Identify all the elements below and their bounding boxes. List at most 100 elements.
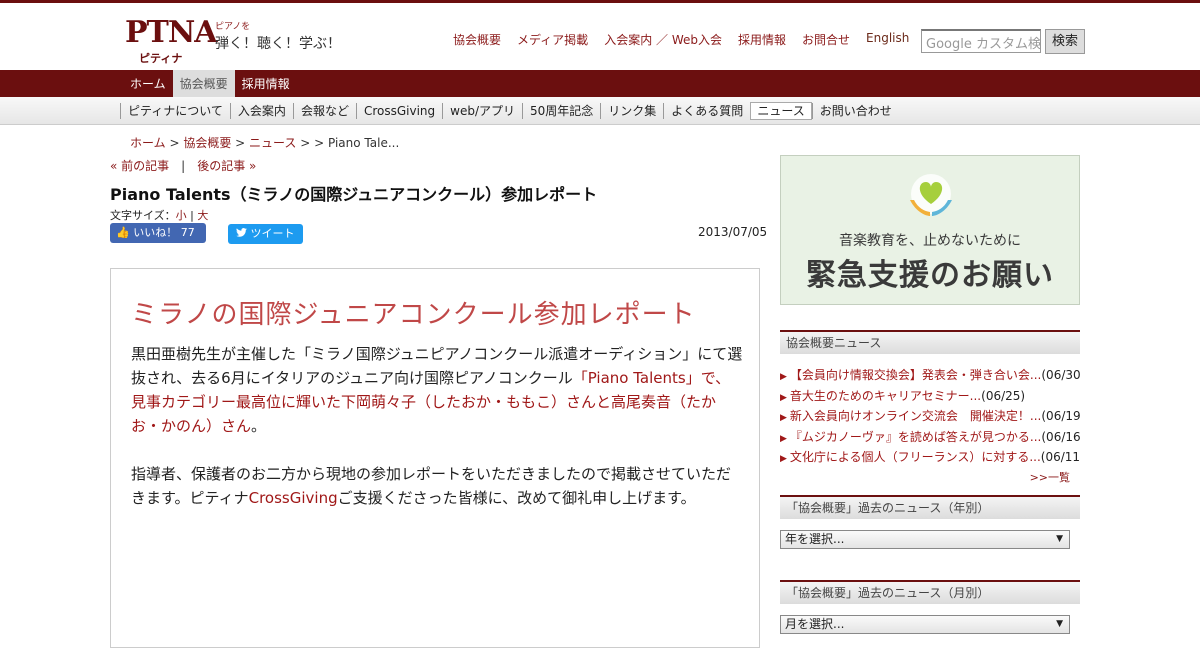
breadcrumb-sep: > <box>231 136 250 150</box>
tagline: ピアノを 弾く！聴く！学ぶ！ <box>215 19 341 53</box>
topnav-english[interactable]: English <box>866 31 909 48</box>
next-article-link[interactable]: 後の記事 » <box>197 159 256 173</box>
year-archive-heading: 「協会概要」過去のニュース（年別） <box>780 495 1080 519</box>
subnav-bulletin[interactable]: 会報など <box>292 102 356 119</box>
emergency-support-banner[interactable]: 音楽教育を、止めないために 緊急支援のお願い <box>780 155 1080 305</box>
month-archive-heading: 「協会概要」過去のニュース（月別） <box>780 580 1080 604</box>
banner-subtitle: 音楽教育を、止めないために <box>839 233 1021 249</box>
heart-hands-icon <box>896 168 966 232</box>
news-section-heading: 協会概要ニュース <box>780 330 1080 354</box>
year-select-value: 年を選択... <box>785 532 845 546</box>
news-title[interactable]: 【会員向け情報交換会】発表会・弾き合い会... <box>790 368 1041 382</box>
topnav-media[interactable]: メディア掲載 <box>517 31 588 48</box>
search-form: Google カスタム検索 検索 <box>921 29 1085 54</box>
news-title[interactable]: 音大生のためのキャリアセミナー... <box>790 389 981 403</box>
subnav-inquiry[interactable]: お問い合わせ <box>811 102 899 119</box>
breadcrumb-home[interactable]: ホーム <box>130 136 166 150</box>
breadcrumb-news[interactable]: ニュース <box>249 136 296 150</box>
news-list: ▶【会員向け情報交換会】発表会・弾き合い会...(06/30) ▶音大生のための… <box>780 365 1080 485</box>
topnav-recruit[interactable]: 採用情報 <box>738 31 786 48</box>
subnav-50th[interactable]: 50周年記念 <box>522 102 600 119</box>
like-count: 77 <box>180 226 195 239</box>
news-title[interactable]: 新入会員向けオンライン交流会 開催決定！... <box>790 409 1041 423</box>
subnav-links[interactable]: リンク集 <box>600 102 663 119</box>
article-heading: ミラノの国際ジュニアコンクール参加レポート <box>131 300 696 330</box>
breadcrumb-sep: > <box>165 136 184 150</box>
list-item[interactable]: ▶『ムジカノーヴァ』を読めば答えが見つかる...(06/16) <box>780 427 1080 448</box>
breadcrumb-about[interactable]: 協会概要 <box>183 136 231 150</box>
subnav-web-app[interactable]: web/アプリ <box>442 102 522 119</box>
pager-sep: | <box>181 159 186 173</box>
crossgiving-link[interactable]: CrossGiving <box>249 489 338 507</box>
article-body: ミラノの国際ジュニアコンクール参加レポート 黒田亜樹先生が主催した「ミラノ国際ジ… <box>110 268 760 648</box>
ptna-logo[interactable]: PTNA ピティナ <box>125 15 218 66</box>
news-date: (06/19) <box>1041 409 1080 423</box>
search-input[interactable]: Google カスタム検索 <box>921 29 1041 53</box>
tweet-button[interactable]: ツイート <box>228 224 303 244</box>
subnav-news[interactable]: ニュース <box>750 101 812 120</box>
site-header: PTNA ピティナ ピアノを 弾く！聴く！学ぶ！ 協会概要 メディア掲載 入会案… <box>0 3 1200 70</box>
logo-text: PTNA <box>125 15 218 50</box>
mainnav-home[interactable]: ホーム <box>123 70 173 97</box>
main-nav: ホーム 協会概要 採用情報 <box>0 70 1200 97</box>
news-more-link-wrap: >>一覧 <box>780 469 1080 485</box>
search-button[interactable]: 検索 <box>1045 29 1085 54</box>
twitter-bird-icon <box>236 227 251 240</box>
article-paragraph-1: 黒田亜樹先生が主催した「ミラノ国際ジュニピアノコンクール派遣オーディション」にて… <box>131 342 743 438</box>
font-size-control: 文字サイズ：小 | 大 <box>110 207 208 223</box>
year-select[interactable]: 年を選択... ▼ <box>780 530 1070 549</box>
caret-down-icon: ▼ <box>1056 534 1063 544</box>
topnav-contact[interactable]: お問合せ <box>802 31 850 48</box>
triangle-right-icon: ▶ <box>780 372 787 382</box>
topnav-about[interactable]: 協会概要 <box>453 31 501 48</box>
subnav-crossgiving[interactable]: CrossGiving <box>355 102 442 119</box>
subnav-about-ptna[interactable]: ピティナについて <box>120 102 230 119</box>
paragraph-text: 。 <box>251 417 267 435</box>
paragraph-text: ご支援くださった皆様に、改めて御礼申し上げます。 <box>337 489 696 507</box>
topnav-join[interactable]: 入会案内 ／ Web入会 <box>604 31 722 48</box>
like-label: いいね！ <box>133 226 178 239</box>
subnav-join[interactable]: 入会案内 <box>229 102 293 119</box>
news-date: (06/16) <box>1041 429 1080 444</box>
breadcrumb-current: > > Piano Tale... <box>296 136 400 150</box>
news-title[interactable]: 『ムジカノーヴァ』を読めば答えが見つかる... <box>790 430 1041 444</box>
triangle-right-icon: ▶ <box>780 433 787 444</box>
font-size-label: 文字サイズ： <box>110 209 176 222</box>
article-title: Piano Talents（ミラノの国際ジュニアコンクール）参加レポート <box>110 185 598 204</box>
triangle-right-icon: ▶ <box>780 392 787 403</box>
tweet-label: ツイート <box>250 227 295 240</box>
article-paragraph-2: 指導者、保護者のお二方から現地の参加レポートをいただきましたので掲載させていただ… <box>131 462 743 510</box>
news-more-link[interactable]: >>一覧 <box>1030 471 1070 484</box>
logo-sub: ピティナ <box>139 52 183 65</box>
tagline-small: ピアノを <box>215 22 251 32</box>
news-date: (06/30) <box>1041 368 1080 382</box>
font-size-large[interactable]: 大 <box>197 209 208 222</box>
font-size-sep: | <box>186 209 198 222</box>
month-select-value: 月を選択... <box>785 617 845 631</box>
prev-article-link[interactable]: « 前の記事 <box>110 159 169 173</box>
mainnav-about[interactable]: 協会概要 <box>172 70 235 97</box>
breadcrumb: ホーム > 協会概要 > ニュース > > Piano Tale... <box>130 134 399 151</box>
news-date: (06/25) <box>981 388 1026 403</box>
mainnav-recruit[interactable]: 採用情報 <box>235 70 297 97</box>
month-select[interactable]: 月を選択... ▼ <box>780 615 1070 634</box>
list-item[interactable]: ▶文化庁による個人（フリーランス）に対する...(06/11) <box>780 447 1080 468</box>
list-item[interactable]: ▶【会員向け情報交換会】発表会・弾き合い会...(06/30) <box>780 365 1080 386</box>
triangle-right-icon: ▶ <box>780 413 787 423</box>
list-item[interactable]: ▶ 音大生のためのキャリアセミナー...(06/25) <box>780 386 1080 407</box>
news-date: (06/11) <box>1040 450 1080 464</box>
triangle-right-icon: ▶ <box>780 454 787 464</box>
article-pager: « 前の記事 | 後の記事 » <box>110 157 256 174</box>
thumbs-up-icon: 👍 <box>116 226 130 239</box>
list-item[interactable]: ▶新入会員向けオンライン交流会 開催決定！...(06/19) <box>780 406 1080 427</box>
news-title[interactable]: 文化庁による個人（フリーランス）に対する... <box>790 450 1041 464</box>
article-date: 2013/07/05 <box>698 225 768 239</box>
subnav-faq[interactable]: よくある質問 <box>663 102 750 119</box>
facebook-like-button[interactable]: 👍 いいね！ 77 <box>110 223 206 243</box>
banner-title: 緊急支援のお願い <box>806 258 1054 293</box>
caret-down-icon: ▼ <box>1056 619 1063 629</box>
top-nav: 協会概要 メディア掲載 入会案内 ／ Web入会 採用情報 お問合せ Engli… <box>453 31 909 48</box>
tagline-main: 弾く！聴く！学ぶ！ <box>215 36 341 52</box>
sub-nav: ピティナについて 入会案内 会報など CrossGiving web/アプリ 5… <box>0 97 1200 125</box>
font-size-small[interactable]: 小 <box>176 209 187 222</box>
